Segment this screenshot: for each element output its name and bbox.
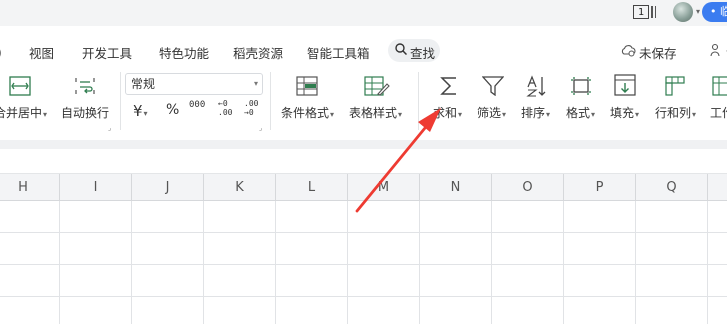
annotation-arrow	[355, 108, 441, 213]
